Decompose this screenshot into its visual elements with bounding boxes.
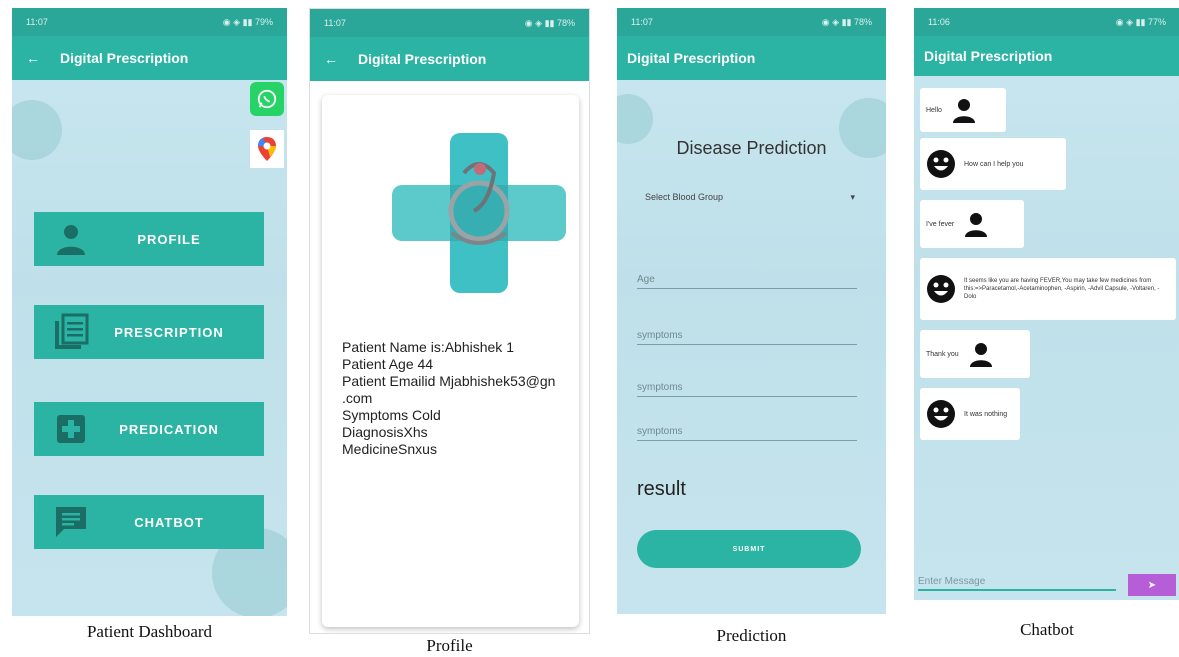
- send-icon: ➤: [1147, 579, 1157, 591]
- age-field[interactable]: Age: [637, 274, 857, 289]
- caption-profile: Profile: [426, 636, 473, 655]
- dashboard-screen: 11:07 ◉ ◈ ▮▮ 79% ← Digital Prescription …: [12, 8, 287, 616]
- status-bar: 11:06 ◉ ◈ ▮▮ 77%: [914, 8, 1179, 36]
- symptom-field-2[interactable]: symptoms: [637, 382, 857, 397]
- background-decoration: [12, 100, 62, 160]
- prediction-button[interactable]: PREDICATION: [34, 402, 264, 456]
- status-bar: 11:07 ◉ ◈ ▮▮ 78%: [310, 9, 589, 37]
- app-bar: Digital Prescription: [914, 36, 1179, 76]
- dropdown-arrow-icon: ▾: [850, 192, 855, 202]
- status-time: 11:07: [631, 17, 653, 27]
- patient-symptoms: Symptoms Cold: [342, 407, 441, 423]
- app-title: Digital Prescription: [358, 51, 487, 67]
- patient-email: Patient Emailid Mjabhishek53@gn: [342, 373, 556, 389]
- patient-age: Patient Age 44: [342, 356, 434, 372]
- status-icons: ◉ ◈ ▮▮ 77%: [1115, 16, 1166, 27]
- profile-card: Patient Name is:Abhishek 1 Patient Age 4…: [322, 95, 579, 627]
- bot-smiley-icon: [927, 275, 955, 303]
- chat-message-bot: How can I help you: [920, 138, 1066, 190]
- symptom-field-1[interactable]: symptoms: [637, 330, 857, 345]
- whatsapp-icon[interactable]: [250, 82, 284, 116]
- back-arrow-icon[interactable]: ←: [324, 51, 338, 67]
- message-input-placeholder: Enter Message: [918, 576, 986, 587]
- medical-cross-icon: [52, 410, 90, 448]
- profile-screen: 11:07 ◉ ◈ ▮▮ 78% ← Digital Prescription …: [309, 8, 590, 634]
- message-input[interactable]: Enter Message: [918, 576, 1116, 591]
- blood-group-value: Select Blood Group: [645, 192, 724, 202]
- symptom-placeholder: symptoms: [637, 426, 683, 437]
- prescription-button-label: PRESCRIPTION: [114, 324, 224, 340]
- chat-message-user: Thank you: [920, 330, 1030, 378]
- profile-button[interactable]: PROFILE: [34, 212, 264, 266]
- message-text: It seems like you are having FEVER,You m…: [964, 278, 1160, 300]
- prediction-button-label: PREDICATION: [119, 421, 219, 437]
- chat-message-user: I've fever: [920, 200, 1024, 248]
- status-time: 11:07: [324, 18, 346, 28]
- symptom-placeholder: symptoms: [637, 330, 683, 341]
- chat-message-bot: It was nothing: [920, 388, 1020, 440]
- chat-message-user: Hello: [920, 88, 1006, 132]
- send-button[interactable]: ➤: [1128, 574, 1176, 596]
- app-title: Digital Prescription: [627, 50, 756, 66]
- symptom-placeholder: symptoms: [637, 382, 683, 393]
- result-text: result: [637, 478, 686, 500]
- prediction-screen: 11:07 ◉ ◈ ▮▮ 78% Digital Prescription Di…: [617, 8, 886, 614]
- patient-diagnosis: DiagnosisXhs: [342, 424, 428, 440]
- chatbot-screen: 11:06 ◉ ◈ ▮▮ 77% Digital Prescription He…: [914, 8, 1179, 600]
- caption-chatbot: Chatbot: [1020, 620, 1074, 639]
- user-avatar-icon: [965, 213, 988, 237]
- patient-name: Patient Name is:Abhishek 1: [342, 339, 514, 355]
- submit-button[interactable]: SUBMIT: [637, 530, 861, 568]
- patient-email-cont: .com: [342, 390, 373, 406]
- status-icons: ◉ ◈ ▮▮ 79%: [222, 16, 273, 27]
- status-time: 11:06: [928, 17, 950, 27]
- prescription-button[interactable]: PRESCRIPTION: [34, 305, 264, 359]
- medical-logo-icon: [392, 133, 566, 298]
- caption-dashboard: Patient Dashboard: [86, 622, 213, 641]
- chatbot-button-label: CHATBOT: [134, 514, 204, 530]
- maps-icon[interactable]: [250, 130, 284, 168]
- blood-group-select[interactable]: Select Blood Group ▾: [645, 192, 855, 203]
- profile-details: Patient Name is:Abhishek 1 Patient Age 4…: [342, 339, 574, 458]
- age-placeholder: Age: [637, 274, 655, 285]
- app-bar: Digital Prescription: [617, 36, 886, 80]
- message-text: Thank you: [926, 350, 959, 358]
- prediction-heading: Disease Prediction: [676, 138, 827, 158]
- bot-smiley-icon: [927, 150, 955, 178]
- app-title: Digital Prescription: [924, 48, 1053, 64]
- symptom-field-3[interactable]: symptoms: [637, 426, 857, 441]
- status-time: 11:07: [26, 17, 48, 27]
- background-decoration: [617, 94, 653, 144]
- user-avatar-icon: [969, 343, 992, 367]
- profile-button-label: PROFILE: [137, 231, 201, 247]
- user-avatar-icon: [952, 99, 975, 123]
- message-text: It was nothing: [964, 410, 1008, 418]
- person-icon: [52, 220, 90, 258]
- status-bar: 11:07 ◉ ◈ ▮▮ 79%: [12, 8, 287, 36]
- caption-prediction: Prediction: [716, 626, 787, 645]
- document-list-icon: [52, 313, 90, 351]
- patient-medicine: MedicineSnxus: [342, 441, 437, 457]
- bot-smiley-icon: [927, 400, 955, 428]
- status-icons: ◉ ◈ ▮▮ 78%: [524, 17, 575, 28]
- message-text: How can I help you: [964, 160, 1024, 168]
- message-text: I've fever: [926, 220, 955, 228]
- app-bar: ← Digital Prescription: [12, 36, 287, 80]
- status-icons: ◉ ◈ ▮▮ 78%: [821, 16, 872, 27]
- status-bar: 11:07 ◉ ◈ ▮▮ 78%: [617, 8, 886, 36]
- chat-bubble-icon: [52, 503, 90, 541]
- app-bar: ← Digital Prescription: [310, 37, 589, 81]
- app-title: Digital Prescription: [60, 50, 189, 66]
- back-arrow-icon[interactable]: ←: [26, 50, 40, 66]
- message-text: Hello: [926, 106, 942, 114]
- chatbot-button[interactable]: CHATBOT: [34, 495, 264, 549]
- chat-message-bot: It seems like you are having FEVER,You m…: [920, 258, 1176, 320]
- submit-label: SUBMIT: [732, 545, 766, 553]
